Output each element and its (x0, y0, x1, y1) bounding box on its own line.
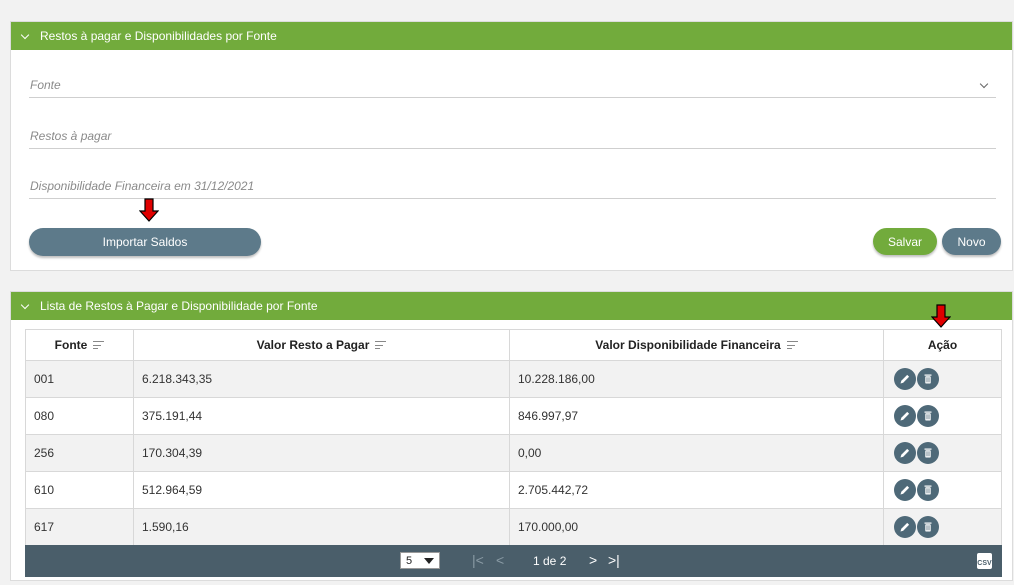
fonte-select[interactable] (29, 74, 996, 98)
disponibilidade-input[interactable] (29, 175, 996, 197)
edit-icon[interactable] (894, 516, 916, 538)
cell-fonte: 080 (26, 398, 134, 434)
delete-icon[interactable] (917, 516, 939, 538)
delete-icon[interactable] (917, 405, 939, 427)
importar-saldos-button[interactable]: Importar Saldos (29, 228, 261, 256)
cell-valor-disp: 0,00 (510, 435, 884, 471)
edit-icon[interactable] (894, 405, 916, 427)
restos-form-header[interactable]: Restos à pagar e Disponibilidades por Fo… (11, 22, 1012, 50)
cell-valor-resto: 512.964,59 (134, 472, 510, 508)
annotation-arrow-icon (139, 198, 159, 222)
restos-form-title: Restos à pagar e Disponibilidades por Fo… (40, 29, 277, 43)
edit-icon[interactable] (894, 479, 916, 501)
next-page-icon[interactable]: > (589, 552, 597, 568)
row-actions (884, 361, 1001, 397)
cell-valor-disp: 846.997,97 (510, 398, 884, 434)
delete-icon[interactable] (917, 479, 939, 501)
annotation-arrow-icon (931, 304, 951, 328)
cell-valor-resto: 1.590,16 (134, 509, 510, 545)
table-row: 080 375.191,44 846.997,97 (26, 398, 1001, 435)
row-actions (884, 509, 1001, 545)
edit-icon[interactable] (894, 442, 916, 464)
chevron-down-icon[interactable] (20, 300, 30, 309)
edit-icon[interactable] (894, 368, 916, 390)
delete-icon[interactable] (917, 368, 939, 390)
restos-table: Fonte Valor Resto a Pagar Valor Disponib… (25, 329, 1002, 547)
cell-fonte: 256 (26, 435, 134, 471)
lista-title: Lista de Restos à Pagar e Disponibilidad… (40, 299, 318, 313)
col-valor-disponibilidade[interactable]: Valor Disponibilidade Financeira (510, 330, 884, 360)
fonte-input[interactable] (29, 74, 996, 96)
cell-valor-resto: 6.218.343,35 (134, 361, 510, 397)
last-page-icon[interactable]: >| (608, 552, 620, 568)
prev-page-icon[interactable]: < (496, 552, 504, 568)
new-button[interactable]: Novo (942, 228, 1001, 255)
cell-valor-resto: 170.304,39 (134, 435, 510, 471)
cell-valor-disp: 170.000,00 (510, 509, 884, 545)
col-valor-resto[interactable]: Valor Resto a Pagar (134, 330, 510, 360)
sort-icon[interactable] (93, 341, 105, 350)
first-page-icon[interactable]: |< (472, 552, 484, 568)
sort-icon[interactable] (786, 341, 798, 350)
restos-field[interactable] (29, 125, 996, 149)
col-fonte[interactable]: Fonte (26, 330, 134, 360)
row-actions (884, 472, 1001, 508)
sort-icon[interactable] (375, 341, 387, 350)
chevron-down-icon[interactable] (424, 558, 434, 564)
restos-form-panel: Restos à pagar e Disponibilidades por Fo… (10, 21, 1013, 271)
page-size-select[interactable]: 5 (400, 552, 440, 569)
disponibilidade-field[interactable] (29, 175, 996, 199)
csv-export-icon[interactable]: CSV (977, 553, 992, 569)
cell-valor-disp: 2.705.442,72 (510, 472, 884, 508)
col-acao: Ação (927, 338, 958, 352)
page-indicator: 1 de 2 (533, 554, 567, 568)
cell-valor-resto: 375.191,44 (134, 398, 510, 434)
pagination-bar: 5 |< < 1 de 2 > >| CSV (25, 545, 1002, 577)
table-row: 617 1.590,16 170.000,00 (26, 509, 1001, 546)
row-actions (884, 435, 1001, 471)
chevron-down-icon[interactable] (20, 30, 30, 39)
cell-fonte: 617 (26, 509, 134, 545)
restos-input[interactable] (29, 125, 996, 147)
table-row: 001 6.218.343,35 10.228.186,00 (26, 361, 1001, 398)
table-header-row: Fonte Valor Resto a Pagar Valor Disponib… (26, 330, 1001, 361)
table-row: 256 170.304,39 0,00 (26, 435, 1001, 472)
cell-valor-disp: 10.228.186,00 (510, 361, 884, 397)
table-row: 610 512.964,59 2.705.442,72 (26, 472, 1001, 509)
delete-icon[interactable] (917, 442, 939, 464)
cell-fonte: 610 (26, 472, 134, 508)
save-button[interactable]: Salvar (873, 228, 937, 255)
cell-fonte: 001 (26, 361, 134, 397)
row-actions (884, 398, 1001, 434)
lista-panel: Lista de Restos à Pagar e Disponibilidad… (10, 291, 1013, 581)
lista-header[interactable]: Lista de Restos à Pagar e Disponibilidad… (11, 292, 1012, 320)
